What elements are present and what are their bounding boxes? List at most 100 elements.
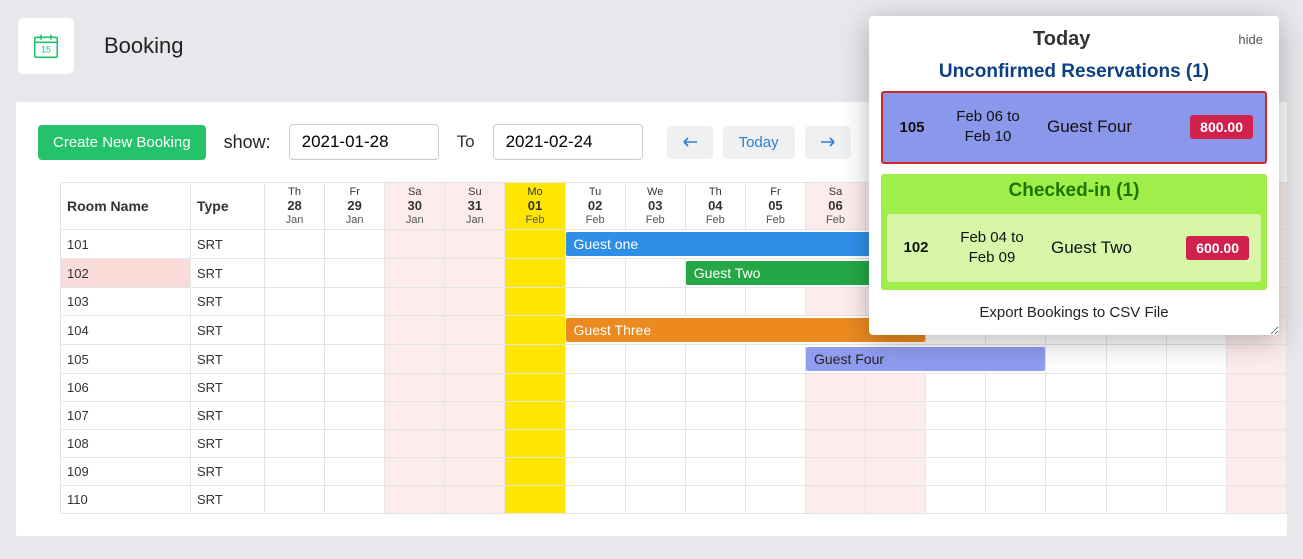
day-cell[interactable] (745, 430, 805, 458)
day-cell[interactable] (325, 374, 385, 402)
day-cell[interactable] (565, 345, 625, 374)
day-cell[interactable] (265, 374, 325, 402)
create-booking-button[interactable]: Create New Booking (38, 125, 206, 160)
day-cell[interactable] (265, 230, 325, 259)
day-cell[interactable] (625, 402, 685, 430)
day-cell[interactable] (385, 458, 445, 486)
day-cell[interactable] (866, 402, 926, 430)
day-cell[interactable] (625, 374, 685, 402)
day-cell[interactable] (325, 402, 385, 430)
day-cell[interactable] (1106, 402, 1166, 430)
day-cell[interactable] (445, 288, 505, 316)
day-cell[interactable] (1226, 458, 1286, 486)
day-cell[interactable] (445, 316, 505, 345)
day-cell[interactable] (1226, 486, 1286, 514)
day-cell[interactable] (745, 486, 805, 514)
day-cell[interactable] (385, 316, 445, 345)
day-cell[interactable] (505, 458, 565, 486)
day-cell[interactable] (385, 374, 445, 402)
day-cell[interactable] (385, 430, 445, 458)
day-cell[interactable] (445, 374, 505, 402)
day-cell[interactable] (1166, 374, 1226, 402)
day-cell[interactable] (625, 430, 685, 458)
day-cell[interactable] (445, 430, 505, 458)
day-cell[interactable] (625, 259, 685, 288)
day-cell[interactable] (565, 430, 625, 458)
day-cell[interactable] (265, 402, 325, 430)
day-cell[interactable] (1106, 345, 1166, 374)
day-cell[interactable] (866, 430, 926, 458)
day-cell[interactable] (805, 402, 865, 430)
day-cell[interactable] (445, 345, 505, 374)
day-cell[interactable] (1046, 458, 1106, 486)
day-cell[interactable] (565, 288, 625, 316)
day-cell[interactable] (625, 458, 685, 486)
day-cell[interactable] (325, 486, 385, 514)
day-cell[interactable] (325, 430, 385, 458)
day-cell[interactable] (805, 288, 865, 316)
day-cell[interactable] (745, 288, 805, 316)
day-cell[interactable] (445, 486, 505, 514)
day-cell[interactable] (565, 458, 625, 486)
day-cell[interactable] (445, 230, 505, 259)
day-cell[interactable] (565, 402, 625, 430)
day-cell[interactable] (505, 345, 565, 374)
day-cell[interactable] (685, 345, 745, 374)
day-cell[interactable] (805, 486, 865, 514)
day-cell[interactable] (805, 374, 865, 402)
day-cell[interactable] (265, 486, 325, 514)
day-cell[interactable] (505, 430, 565, 458)
day-cell[interactable] (265, 288, 325, 316)
day-cell[interactable] (1226, 430, 1286, 458)
day-cell[interactable] (505, 230, 565, 259)
day-cell[interactable] (745, 374, 805, 402)
day-cell[interactable] (265, 458, 325, 486)
day-cell[interactable] (866, 458, 926, 486)
day-cell[interactable] (1166, 486, 1226, 514)
day-cell[interactable] (385, 486, 445, 514)
day-cell[interactable] (445, 458, 505, 486)
day-cell[interactable] (685, 288, 745, 316)
reservation-card[interactable]: 102Feb 04 toFeb 09Guest Two600.00 (887, 214, 1261, 283)
day-cell[interactable] (1106, 486, 1166, 514)
day-cell[interactable] (1166, 345, 1226, 374)
day-cell[interactable] (625, 345, 685, 374)
hide-link[interactable]: hide (1238, 32, 1263, 47)
day-cell[interactable] (505, 316, 565, 345)
day-cell[interactable] (986, 458, 1046, 486)
day-cell[interactable] (265, 345, 325, 374)
day-cell[interactable] (505, 486, 565, 514)
day-cell[interactable] (805, 430, 865, 458)
day-cell[interactable] (325, 316, 385, 345)
day-cell[interactable] (385, 345, 445, 374)
day-cell[interactable] (866, 374, 926, 402)
day-cell[interactable] (565, 259, 625, 288)
today-panel[interactable]: Today hide Unconfirmed Reservations (1) … (869, 16, 1279, 335)
next-button[interactable] (805, 126, 851, 159)
reservation-card[interactable]: 105Feb 06 toFeb 10Guest Four800.00 (881, 91, 1267, 164)
day-cell[interactable] (1106, 458, 1166, 486)
day-cell[interactable] (265, 259, 325, 288)
day-cell[interactable] (1106, 374, 1166, 402)
day-cell[interactable] (805, 458, 865, 486)
day-cell[interactable] (1046, 486, 1106, 514)
booking-cell[interactable]: Guest Four (805, 345, 1045, 374)
day-cell[interactable] (926, 402, 986, 430)
day-cell[interactable] (265, 316, 325, 345)
day-cell[interactable] (1106, 430, 1166, 458)
day-cell[interactable] (505, 259, 565, 288)
day-cell[interactable] (1226, 374, 1286, 402)
day-cell[interactable] (265, 430, 325, 458)
day-cell[interactable] (1046, 374, 1106, 402)
day-cell[interactable] (565, 374, 625, 402)
day-cell[interactable] (385, 402, 445, 430)
day-cell[interactable] (1166, 458, 1226, 486)
day-cell[interactable] (986, 486, 1046, 514)
day-cell[interactable] (385, 230, 445, 259)
day-cell[interactable] (926, 486, 986, 514)
day-cell[interactable] (685, 402, 745, 430)
day-cell[interactable] (625, 486, 685, 514)
day-cell[interactable] (1166, 430, 1226, 458)
day-cell[interactable] (1226, 345, 1286, 374)
day-cell[interactable] (505, 402, 565, 430)
